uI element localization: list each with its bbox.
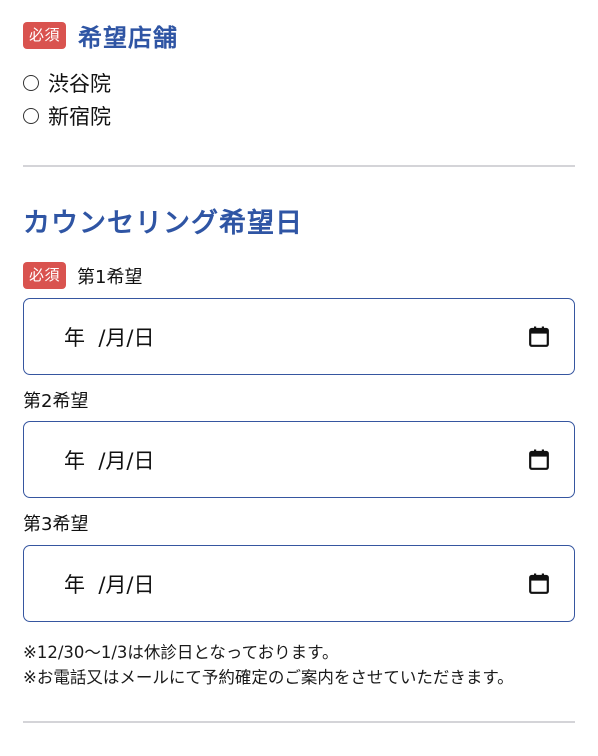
store-option-shinjuku[interactable]: 新宿院 <box>23 101 111 131</box>
date-input-placeholder: 年 /月/日 <box>64 572 155 597</box>
date-field-3-label-row: 第3希望 <box>23 510 88 536</box>
store-option-shibuya[interactable]: 渋谷院 <box>23 68 111 98</box>
date-field-2-label-row: 第2希望 <box>23 387 88 413</box>
date-input-2[interactable]: 年 /月/日 <box>23 421 575 498</box>
holiday-note: ※12/30～1/3は休診日となっております。 <box>23 643 339 662</box>
confirmation-note: ※お電話又はメールにて予約確定のご案内をさせていただきます。 <box>23 668 514 687</box>
radio-button[interactable] <box>23 75 39 91</box>
date-input-placeholder: 年 /月/日 <box>64 325 155 350</box>
date-field-1-label: 第1希望 <box>77 266 143 288</box>
date-field-1-label-row: 必須 第1希望 <box>23 262 142 289</box>
required-badge: 必須 <box>23 22 67 49</box>
store-option-label: 渋谷院 <box>48 72 111 96</box>
store-section-header: 必須 希望店舗 <box>23 18 178 53</box>
section-divider <box>23 721 575 723</box>
date-input-placeholder: 年 /月/日 <box>64 448 155 473</box>
section-divider <box>23 165 575 167</box>
store-section-title: 希望店舗 <box>78 24 179 52</box>
required-badge: 必須 <box>23 262 67 289</box>
radio-button[interactable] <box>23 108 39 124</box>
store-option-label: 新宿院 <box>48 105 111 129</box>
date-field-3-label: 第3希望 <box>23 514 89 535</box>
date-input-3[interactable]: 年 /月/日 <box>23 545 575 622</box>
calendar-icon[interactable] <box>529 326 549 347</box>
date-input-1[interactable]: 年 /月/日 <box>23 298 575 375</box>
date-field-2-label: 第2希望 <box>23 391 89 412</box>
calendar-icon[interactable] <box>529 449 549 470</box>
counseling-section-title: カウンセリング希望日 <box>23 208 303 239</box>
calendar-icon[interactable] <box>529 573 549 594</box>
